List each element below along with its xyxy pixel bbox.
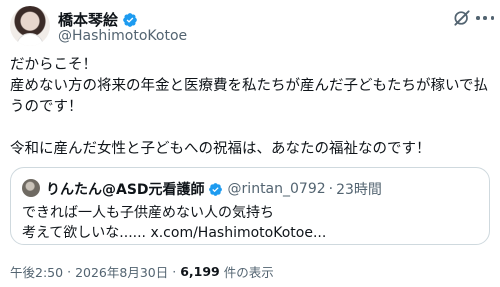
- author-name-row: 橋本琴絵: [58, 9, 138, 30]
- views-label: 件の表示: [223, 265, 274, 280]
- author-display-name[interactable]: 橋本琴絵: [58, 9, 118, 30]
- separator-dot: ·: [67, 264, 72, 279]
- separator-dot: ·: [172, 264, 177, 279]
- quoted-author-display-name[interactable]: りんたん@ASD元看護師: [46, 179, 205, 199]
- quoted-author-handle[interactable]: @rintan_0792: [228, 181, 326, 197]
- quoted-tweet[interactable]: りんたん@ASD元看護師 @rintan_0792 · 23時間 できれば一人も…: [10, 167, 490, 245]
- tweet-header: 橋本琴絵 @HashimotoKotoe: [10, 6, 494, 46]
- tweet-text: だからこそ！ 産めない方の将来の年金と医療費を私たちが産んだ子どもたちが稼いで払…: [10, 57, 489, 157]
- views-count: 6,199: [180, 264, 220, 279]
- tweet-date[interactable]: 2026年8月30日: [75, 262, 168, 281]
- grok-icon[interactable]: [452, 8, 472, 28]
- separator-dot: ·: [328, 181, 334, 197]
- verified-badge-icon: [123, 12, 137, 27]
- author-handle[interactable]: @HashimotoKotoe: [58, 28, 187, 44]
- more-icon[interactable]: [476, 10, 494, 26]
- quoted-tweet-text: できれば一人も子供産めない人の気持ち 考えて欲しいな...... x.com/H…: [22, 205, 327, 241]
- tweet-meta: 午後2:50 · 2026年8月30日 · 6,199 件の表示: [10, 262, 274, 281]
- verified-badge-icon: [208, 182, 222, 196]
- quoted-author-avatar[interactable]: [22, 179, 40, 197]
- tweet-time[interactable]: 午後2:50: [10, 262, 63, 281]
- quoted-tweet-time[interactable]: 23時間: [336, 179, 382, 199]
- author-avatar[interactable]: [10, 6, 50, 46]
- quoted-tweet-header: りんたん@ASD元看護師 @rintan_0792 · 23時間: [46, 179, 382, 199]
